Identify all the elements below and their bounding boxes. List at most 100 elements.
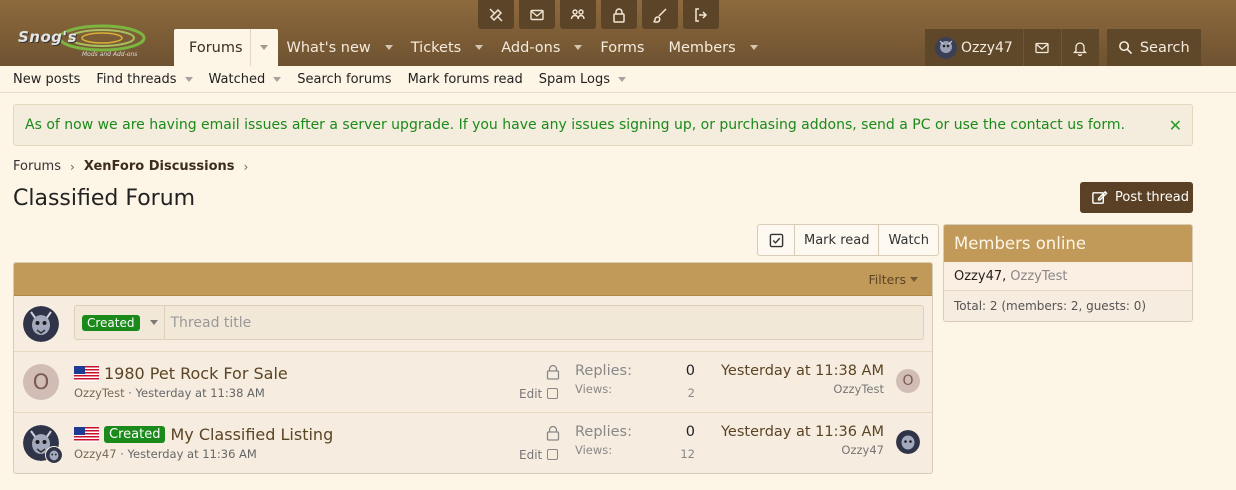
inbox-button[interactable] xyxy=(1022,29,1061,66)
select-thread-checkbox[interactable] xyxy=(547,449,558,460)
thread-author[interactable]: Ozzy47 xyxy=(74,447,117,461)
nav-forums-dropdown[interactable] xyxy=(249,29,278,66)
search-icon xyxy=(1118,41,1132,55)
thread-title-placeholder[interactable]: Thread title xyxy=(165,315,252,331)
quick-thread-row: Created Thread title xyxy=(14,296,932,352)
subnav-find-threads[interactable]: Find threads xyxy=(96,71,193,87)
member-link[interactable]: Ozzy47 xyxy=(954,269,1002,284)
subnav-find-threads-label: Find threads xyxy=(96,71,177,87)
search-button[interactable]: Search xyxy=(1106,29,1201,66)
chevron-down-icon[interactable] xyxy=(149,320,158,325)
views-label: Views: xyxy=(575,443,613,457)
latest-post-date[interactable]: Yesterday at 11:36 AM xyxy=(721,424,884,440)
lock-icon[interactable] xyxy=(601,0,637,29)
site-notice: As of now we are having email issues aft… xyxy=(13,104,1193,146)
nav-forms[interactable]: Forms xyxy=(591,29,659,66)
subnav-watched[interactable]: Watched xyxy=(209,72,282,87)
site-logo[interactable]: Snog's Mods and Add-ons xyxy=(16,24,146,62)
replies-label: Replies: xyxy=(575,363,632,379)
prefix-badge[interactable]: Created xyxy=(104,426,166,443)
user-name: Ozzy47 xyxy=(961,39,1013,56)
chevron-down-icon[interactable] xyxy=(749,45,758,50)
thread-author[interactable]: OzzyTest xyxy=(74,386,125,400)
users-gear-icon[interactable] xyxy=(560,0,596,29)
chevron-down-icon[interactable] xyxy=(384,45,393,50)
latest-user-avatar[interactable]: O xyxy=(896,369,920,393)
thread-main: Created My Classified Listing Ozzy47 · Y… xyxy=(74,425,333,461)
thread-title-link[interactable]: 1980 Pet Rock For Sale xyxy=(104,364,288,383)
chevron-down-icon[interactable] xyxy=(184,76,193,82)
watch-button[interactable]: Watch xyxy=(879,225,937,255)
latest-post-user[interactable]: OzzyTest xyxy=(721,382,884,396)
logo-text: Snog's xyxy=(18,28,78,46)
nav-forums[interactable]: Forums xyxy=(174,29,278,66)
alerts-button[interactable] xyxy=(1060,29,1099,66)
thread-list: Filters Created Thread title O 1980 Pet … xyxy=(13,262,933,474)
quick-thread-input[interactable]: Created Thread title xyxy=(74,305,924,340)
bell-icon xyxy=(1073,41,1088,56)
members-online-total: Total: 2 (members: 2, guests: 0) xyxy=(954,299,1147,313)
members-online-title[interactable]: Members online xyxy=(944,225,1192,262)
user-avatar[interactable]: O xyxy=(23,364,59,400)
views-label: Views: xyxy=(575,382,613,396)
latest-user-avatar[interactable] xyxy=(896,430,920,454)
subnav-spam-logs[interactable]: Spam Logs xyxy=(539,72,627,87)
latest-post-user[interactable]: Ozzy47 xyxy=(721,443,884,457)
nav-members-label: Members xyxy=(668,39,736,56)
breadcrumb-xenforo-discussions[interactable]: XenForo Discussions xyxy=(84,159,235,174)
subnav-new-posts[interactable]: New posts xyxy=(13,72,80,87)
thread-date[interactable]: Yesterday at 11:38 AM xyxy=(136,386,265,400)
chevron-down-icon[interactable] xyxy=(273,76,282,82)
breadcrumb: Forums › XenForo Discussions › xyxy=(13,159,257,174)
filters-button[interactable]: Filters xyxy=(869,272,906,287)
subnav-search-forums-label: Search forums xyxy=(297,71,392,87)
subnav-watched-label: Watched xyxy=(208,71,266,87)
prefix-selector[interactable]: Created xyxy=(75,306,165,339)
us-flag-icon xyxy=(74,427,99,442)
chevron-down-icon[interactable] xyxy=(475,45,484,50)
select-thread-checkbox[interactable] xyxy=(547,388,558,399)
compose-icon xyxy=(1092,190,1108,204)
nav-members[interactable]: Members xyxy=(660,29,767,66)
nav-tickets-label: Tickets xyxy=(410,39,462,56)
post-thread-button[interactable]: Post thread xyxy=(1080,182,1193,213)
chevron-down-icon[interactable] xyxy=(574,45,583,50)
notice-text: As of now we are having email issues aft… xyxy=(25,117,1125,133)
user-avatar xyxy=(23,306,59,342)
member-link[interactable]: OzzyTest xyxy=(1010,269,1067,284)
replies-label: Replies: xyxy=(575,424,632,440)
views-count: 2 xyxy=(687,386,695,400)
user-avatar xyxy=(935,36,957,59)
chevron-down-icon[interactable] xyxy=(910,276,918,282)
logout-icon[interactable] xyxy=(683,0,719,29)
nav-whats-new[interactable]: What's new xyxy=(278,29,402,66)
latest-post-date[interactable]: Yesterday at 11:38 AM xyxy=(721,363,884,379)
thread-title-link[interactable]: My Classified Listing xyxy=(170,425,333,444)
chevron-down-icon xyxy=(260,45,269,50)
envelope-icon xyxy=(1035,42,1049,53)
thread-row[interactable]: O 1980 Pet Rock For Sale OzzyTest · Yest… xyxy=(14,352,932,413)
nav-add-ons[interactable]: Add-ons xyxy=(492,29,591,66)
mark-read-button[interactable]: Mark read xyxy=(795,225,880,255)
subnav-search-forums[interactable]: Search forums xyxy=(297,72,391,87)
close-icon[interactable]: ✕ xyxy=(1169,116,1182,135)
tools-icon[interactable] xyxy=(478,0,514,29)
thread-title-line: Created My Classified Listing xyxy=(74,425,333,444)
staff-toolbar xyxy=(478,0,724,29)
nav-tickets[interactable]: Tickets xyxy=(402,29,492,66)
thread-stats: Replies: Views: 0 2 xyxy=(575,363,695,400)
edit-label: Edit xyxy=(519,448,543,462)
mail-icon[interactable] xyxy=(519,0,555,29)
thread-row[interactable]: Created My Classified Listing Ozzy47 · Y… xyxy=(14,413,932,473)
account-menu[interactable]: Ozzy47 xyxy=(925,29,1023,66)
subnav-new-posts-label: New posts xyxy=(13,71,81,87)
breadcrumb-forums[interactable]: Forums xyxy=(13,159,61,174)
chevron-right-icon: › xyxy=(70,159,75,174)
subnav-mark-forums-read[interactable]: Mark forums read xyxy=(408,72,523,87)
chevron-down-icon[interactable] xyxy=(618,76,627,82)
select-toggle-button[interactable] xyxy=(758,225,795,255)
brush-icon[interactable] xyxy=(642,0,678,29)
logo-subtext: Mods and Add-ons xyxy=(82,51,138,58)
thread-date[interactable]: Yesterday at 11:36 AM xyxy=(128,447,257,461)
main-nav: Forums What's new Tickets Add-ons Forms … xyxy=(174,29,767,66)
